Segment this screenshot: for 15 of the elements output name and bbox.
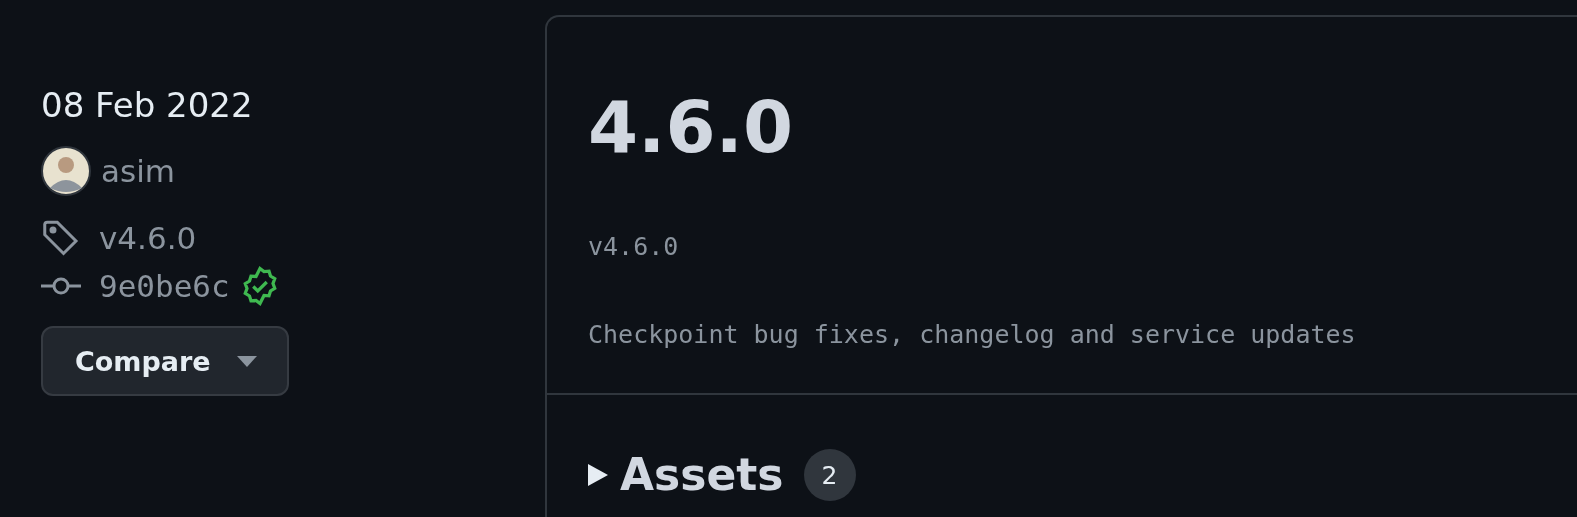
assets-heading[interactable]: Assets — [620, 447, 784, 503]
release-note: v4.6.0 — [588, 231, 680, 263]
commit-link[interactable]: 9e0be6c — [99, 268, 230, 304]
avatar-icon — [41, 146, 91, 196]
caret-icon — [236, 355, 257, 367]
expand-triangle-icon[interactable] — [588, 464, 608, 486]
tag-icon — [41, 218, 81, 258]
compare-button[interactable]: Compare — [41, 326, 289, 396]
author-link[interactable]: asim — [101, 153, 175, 189]
release-note: Checkpoint bug fixes, changelog and service updates — [588, 319, 1357, 351]
tag-link[interactable]: v4.6.0 — [99, 220, 197, 256]
commit-icon — [41, 276, 81, 296]
release-date: 08 Feb 2022 — [41, 84, 253, 127]
asset-count-badge: 2 — [803, 449, 856, 501]
release-title: 4.6.0 — [588, 87, 794, 167]
